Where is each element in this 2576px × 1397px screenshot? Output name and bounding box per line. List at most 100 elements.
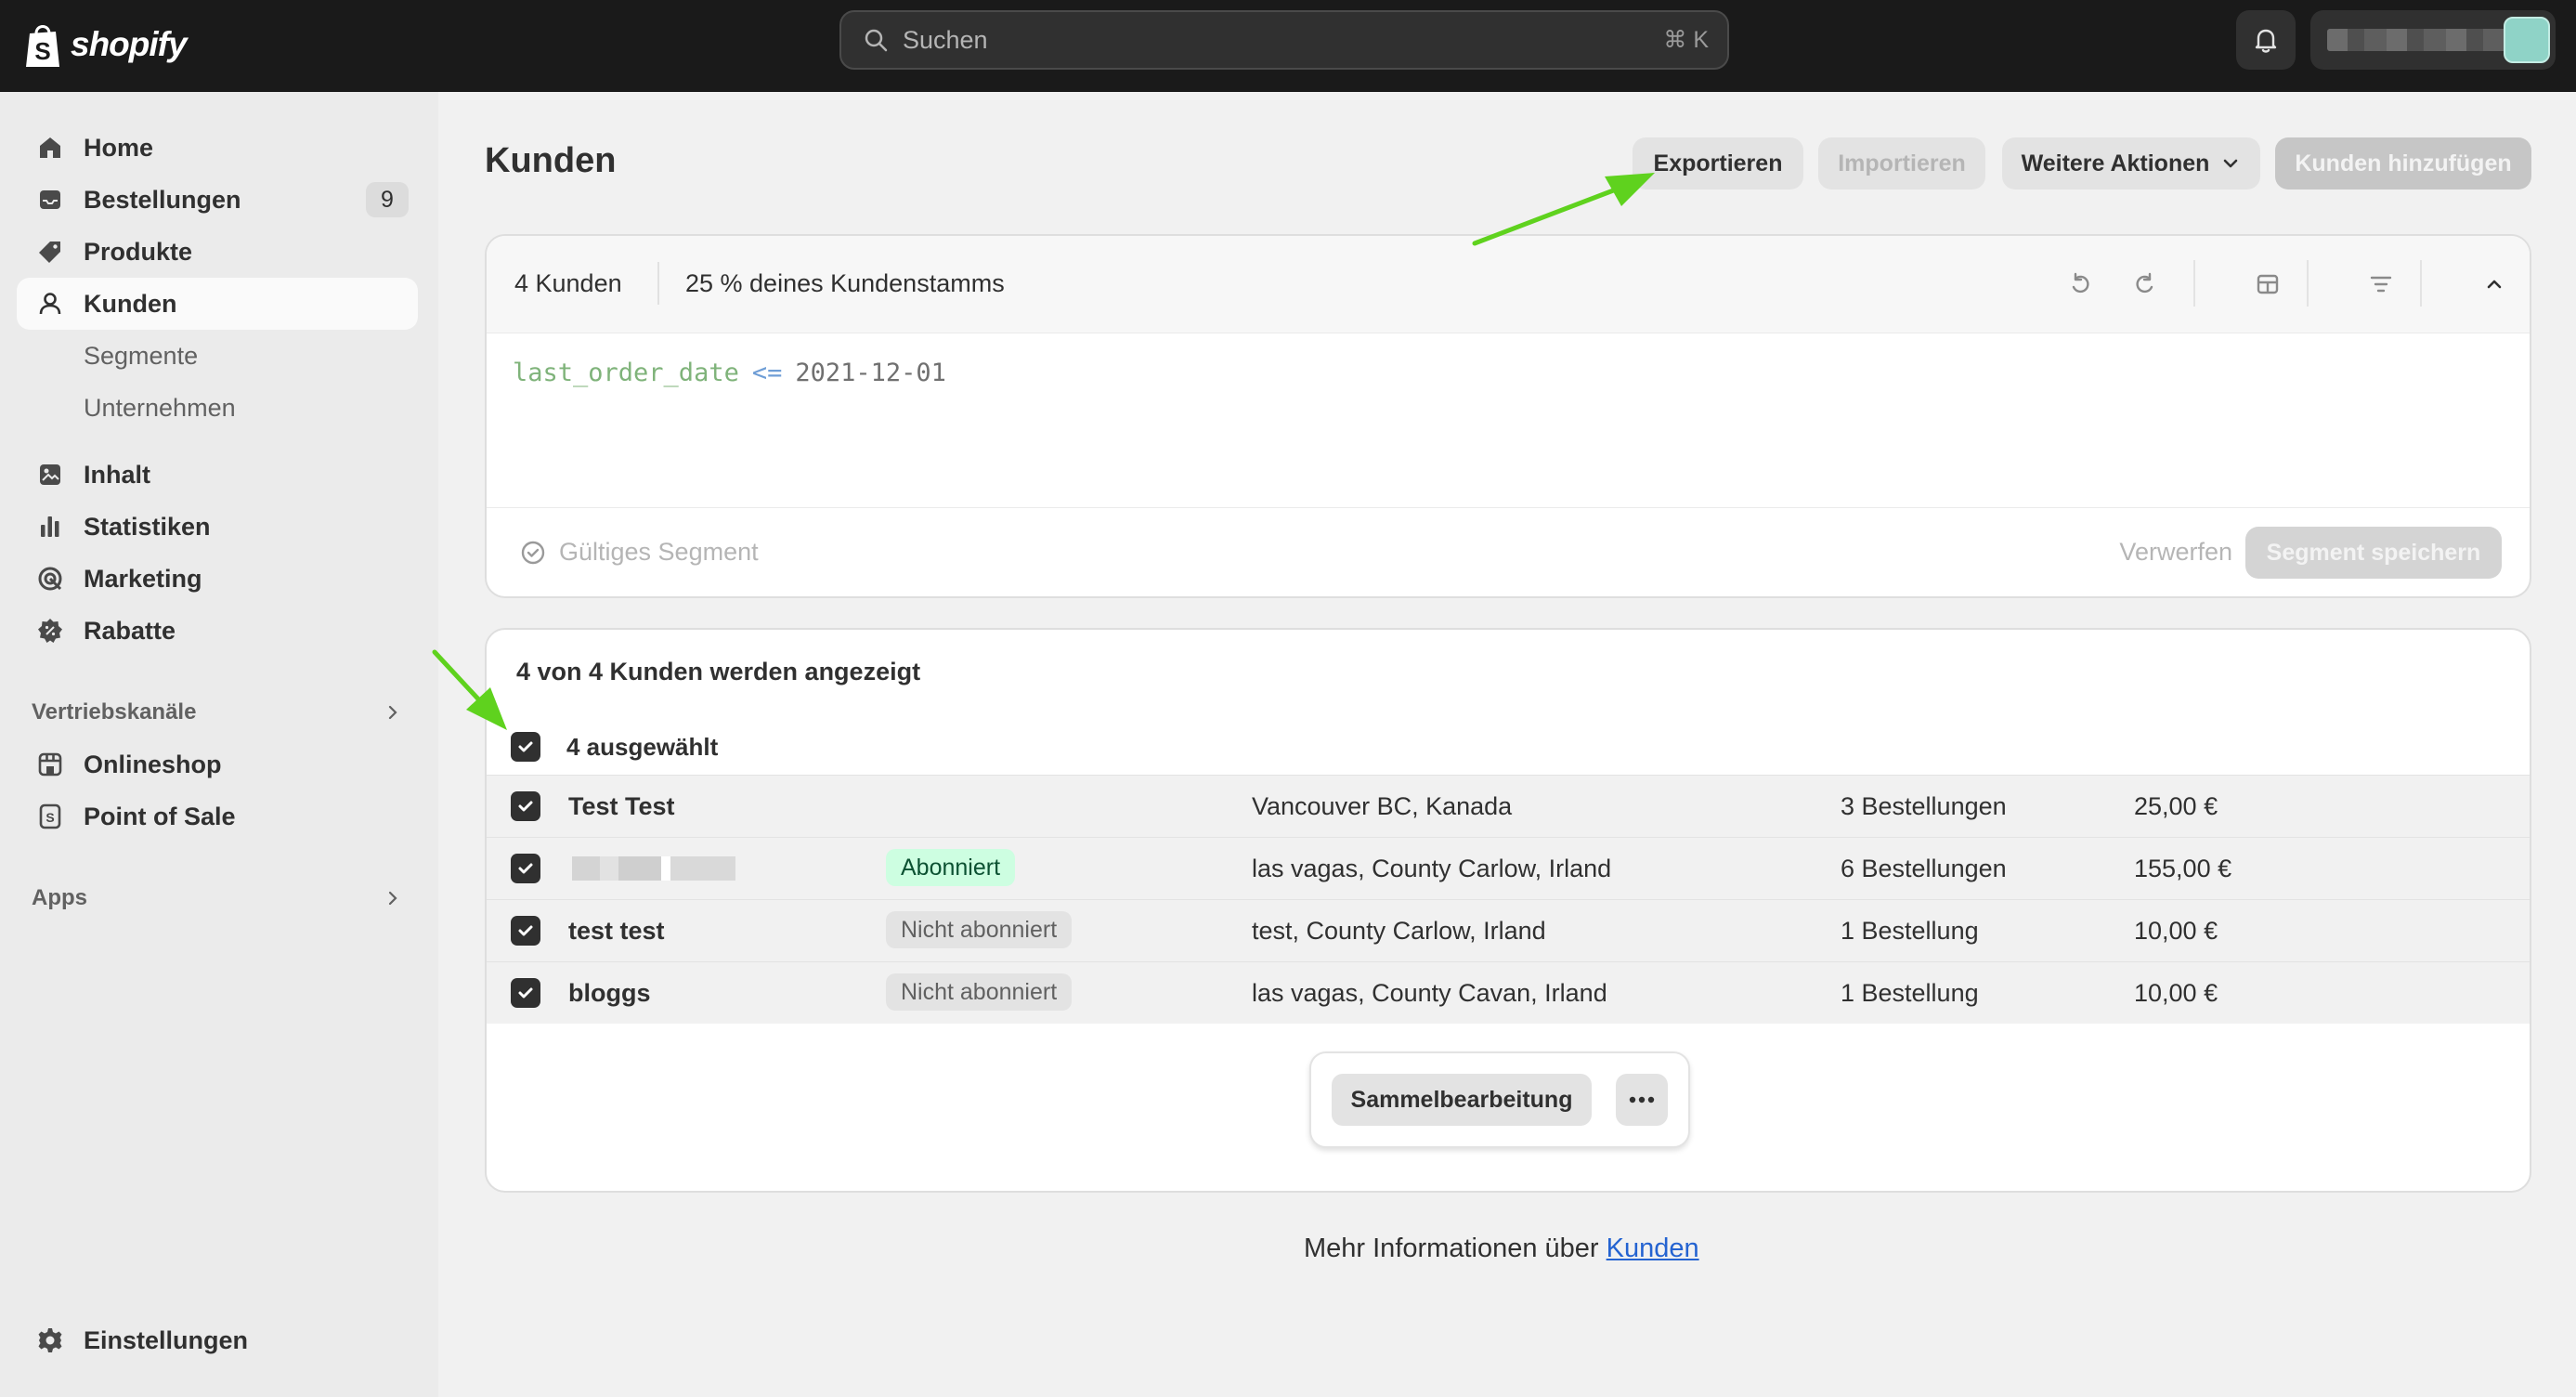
bulk-edit-button[interactable]: Sammelbearbeitung (1332, 1074, 1592, 1126)
sidebar-item-marketing[interactable]: Marketing (17, 553, 418, 605)
account-menu[interactable] (2310, 10, 2556, 70)
table-row[interactable]: Abonniert las vagas, County Carlow, Irla… (487, 837, 2530, 899)
sidebar-item-customers[interactable]: Kunden (17, 278, 418, 330)
customer-count: 4 Kunden (514, 269, 622, 297)
bulk-action-bar: Sammelbearbeitung (1309, 1051, 1690, 1148)
page-title: Kunden (485, 141, 617, 180)
sidebar-item-label: Einstellungen (84, 1325, 249, 1354)
table-row[interactable]: test test Nicht abonniert test, County C… (487, 899, 2530, 961)
customer-location: las vagas, County Carlow, Irland (1252, 855, 1612, 882)
templates-button[interactable] (2249, 266, 2286, 303)
notifications-button[interactable] (2236, 10, 2296, 70)
sidebar-item-label: Marketing (84, 564, 202, 593)
store-icon (38, 752, 62, 777)
undo-button[interactable] (2062, 266, 2099, 303)
sidebar-item-label: Rabatte (84, 616, 176, 645)
customer-orders: 6 Bestellungen (1841, 855, 2007, 882)
search-shortcut: ⌘ K (1663, 27, 1709, 53)
sidebar-item-point-of-sale[interactable]: S Point of Sale (17, 790, 418, 842)
row-checkbox[interactable] (511, 916, 540, 946)
sidebar-item-discounts[interactable]: Rabatte (17, 605, 418, 657)
discard-button[interactable]: Verwerfen (2119, 538, 2232, 567)
home-icon (40, 137, 60, 158)
segment-valid-status: Gültiges Segment (520, 538, 759, 567)
sidebar-item-home[interactable]: Home (17, 122, 418, 174)
sales-channels-label: Vertriebskanäle (32, 699, 197, 725)
customers-help-link[interactable]: Kunden (1607, 1234, 1699, 1263)
add-customer-button[interactable]: Kunden hinzufügen (2275, 137, 2531, 189)
pos-icon: S (39, 803, 61, 829)
customer-name[interactable]: test test (568, 917, 665, 946)
segment-editor-card: 4 Kunden 25 % deines Kundenstamms last_o… (485, 234, 2531, 598)
check-circle-icon (521, 541, 545, 564)
row-checkbox[interactable] (511, 854, 540, 883)
sidebar-item-label: Kunden (84, 289, 177, 318)
query-operator: <= (751, 359, 783, 387)
import-button[interactable]: Importieren (1818, 137, 1985, 189)
gear-icon (38, 1328, 62, 1352)
chevron-down-icon (2224, 159, 2238, 168)
sales-channels-header[interactable]: Vertriebskanäle (32, 694, 403, 731)
sidebar-item-companies[interactable]: Unternehmen (17, 382, 418, 434)
content-icon (40, 464, 60, 485)
sidebar-item-label: Segmente (84, 341, 199, 370)
customer-orders: 1 Bestellung (1841, 917, 1979, 945)
sidebar-item-online-store[interactable]: Onlineshop (17, 738, 418, 790)
sidebar-item-label: Unternehmen (84, 393, 236, 422)
checkmark-icon (518, 801, 533, 812)
sidebar-item-products[interactable]: Produkte (17, 226, 418, 278)
sidebar-item-orders[interactable]: Bestellungen 9 (17, 174, 418, 226)
query-field: last_order_date (513, 359, 739, 387)
search-bar[interactable]: Suchen ⌘ K (839, 10, 1729, 70)
undo-icon (2072, 272, 2089, 294)
sidebar-item-analytics[interactable]: Statistiken (17, 501, 418, 553)
account-name-redacted (2327, 29, 2513, 51)
bar-chart-icon (41, 516, 59, 537)
shopify-logo[interactable]: S shopify (22, 17, 188, 72)
more-actions-button[interactable]: Weitere Aktionen (2002, 137, 2260, 189)
sidebar-item-label: Home (84, 133, 154, 162)
template-icon (2257, 274, 2279, 294)
shopify-bag-icon: S (26, 25, 59, 67)
sidebar: Home Bestellungen 9 Produkte Kunden Segm… (0, 92, 438, 1397)
annotation-arrow-checkbox (432, 649, 507, 730)
sidebar-item-label: Produkte (84, 237, 193, 266)
checkmark-icon (518, 925, 533, 936)
collapse-editor-button[interactable] (2476, 266, 2513, 303)
row-checkbox[interactable] (511, 978, 540, 1008)
checkmark-icon (518, 741, 533, 752)
chevron-up-icon (2487, 280, 2502, 289)
sidebar-item-label: Point of Sale (84, 802, 236, 830)
sidebar-item-label: Statistiken (84, 512, 211, 541)
filter-button[interactable] (2362, 266, 2400, 303)
selected-count: 4 ausgewählt (566, 733, 719, 761)
redo-icon (2136, 272, 2153, 294)
segment-query-editor[interactable]: last_order_date <= 2021-12-01 (513, 359, 946, 387)
customer-spent: 10,00 € (2134, 917, 2218, 945)
more-info-text: Mehr Informationen über Kunden (1304, 1234, 1699, 1264)
search-placeholder: Suchen (903, 25, 988, 54)
divider (657, 262, 659, 305)
more-actions-label: Weitere Aktionen (2021, 150, 2210, 176)
table-row[interactable]: bloggs Nicht abonniert las vagas, County… (487, 961, 2530, 1024)
redo-button[interactable] (2127, 266, 2164, 303)
svg-text:S: S (34, 37, 50, 65)
customer-name-redacted[interactable] (572, 856, 735, 881)
annotation-arrow-export (1472, 173, 1655, 246)
save-segment-button[interactable]: Segment speichern (2245, 527, 2502, 579)
tag-icon (39, 242, 60, 263)
sidebar-item-settings[interactable]: Einstellungen (17, 1314, 418, 1366)
row-checkbox[interactable] (511, 791, 540, 821)
target-icon (38, 567, 62, 591)
customer-name[interactable]: bloggs (568, 979, 651, 1008)
sidebar-item-segments[interactable]: Segmente (17, 330, 418, 382)
more-bulk-actions-button[interactable] (1616, 1074, 1668, 1126)
customer-name[interactable]: Test Test (568, 792, 675, 821)
more-info-prefix: Mehr Informationen über (1304, 1234, 1599, 1263)
inbox-icon (40, 190, 60, 209)
svg-text:S: S (46, 810, 54, 825)
table-row[interactable]: Test Test Vancouver BC, Kanada 3 Bestell… (487, 775, 2530, 837)
checkmark-icon (518, 987, 533, 999)
apps-header[interactable]: Apps (32, 880, 403, 917)
sidebar-item-content[interactable]: Inhalt (17, 449, 418, 501)
